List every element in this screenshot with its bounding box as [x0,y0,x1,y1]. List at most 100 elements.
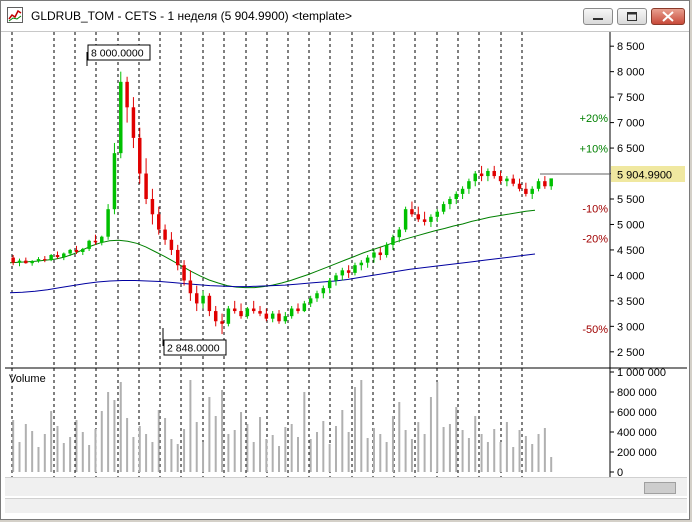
candle-body [372,252,376,258]
candle-body [175,249,180,266]
candle-body [163,229,167,240]
y-tick-label: 4 000 [617,270,645,282]
candle-body [226,308,231,324]
candle-body [334,275,338,281]
candle-body [467,181,471,189]
candle-body [213,311,218,322]
candle-body [112,153,117,210]
candle-body [100,236,104,243]
candle-body [416,214,421,220]
candle-body [188,280,193,294]
candle-body [460,188,465,194]
candle-body [340,270,345,276]
candle-body [43,259,47,261]
percent-level-label: +20% [580,113,609,125]
y-tick-label: 3 500 [617,296,645,308]
candle-body [403,209,408,230]
candle-body [81,248,85,252]
y-tick-label: 8 500 [617,41,645,53]
candle-body [62,253,66,258]
candle-body [11,257,15,263]
candle-body [353,265,357,273]
candle-body [106,209,110,237]
percent-level-label: -10% [582,203,608,215]
candle-body [391,237,395,245]
candle-body [454,193,458,199]
candle-body [169,239,174,250]
candle-body [479,173,484,177]
candle-body [435,211,440,217]
maximize-icon [627,12,637,21]
candle-body [251,308,256,312]
volume-panel-label: Volume [9,373,46,385]
percent-level-label: +10% [580,143,609,155]
candle-body [138,137,142,174]
min-price-label: 2 848.0000 [167,343,220,355]
candle-body [511,178,515,184]
candle-body [270,313,275,319]
candle-body [315,293,319,299]
status-strip [5,498,687,513]
y-tick-label: 2 500 [617,347,645,359]
candle-body [283,316,288,322]
candle-body [201,295,205,304]
volume-tick-label: 200 000 [617,447,657,459]
candle-body [296,308,300,312]
candle-body [93,240,98,243]
candle-body [239,311,243,317]
y-tick-label: 7 500 [617,92,645,104]
candle-body [498,176,503,182]
chart-area: +20% +10% -10% -20% -50% 8 500 8 000 7 500 7 00… [5,32,687,517]
candle-body [448,199,452,205]
candle-body [321,288,326,294]
minimize-button[interactable] [583,8,613,25]
volume-tick-label: 1 000 000 [617,367,666,379]
candle-body [277,313,281,322]
y-tick-label: 5 500 [617,194,645,206]
candle-body [410,209,414,215]
candle-body [55,255,60,258]
candle-body [359,262,364,266]
last-price-label: 5 904.9900 [617,170,672,182]
candle-body [486,170,490,177]
candle-body [17,260,22,263]
candle-body [24,260,28,264]
chart-app-icon [7,7,23,23]
window-title: GLDRUB_TOM - CETS - 1 неделя (5 904.9900… [31,9,353,23]
candle-body [536,181,541,189]
candle-body [264,313,269,319]
candle-body [492,170,496,177]
candle-body [327,280,332,289]
title-bar[interactable]: GLDRUB_TOM - CETS - 1 неделя (5 904.9900… [1,1,689,32]
candle-body [74,249,79,252]
close-icon [662,11,674,22]
candle-body [157,214,161,230]
volume-tick-label: 600 000 [617,407,657,419]
candle-body [131,107,136,138]
candle-body [49,255,53,261]
candle-body [182,265,186,281]
candle-body [308,298,313,304]
percent-level-label: -50% [582,324,608,336]
candle-body [232,308,237,312]
candle-body [87,240,91,249]
candle-body [36,259,41,262]
volume-tick-label: 400 000 [617,427,657,439]
candle-body [422,219,427,222]
y-tick-label: 7 000 [617,118,645,130]
maximize-button[interactable] [617,8,647,25]
close-button[interactable] [651,8,685,25]
minimize-icon [593,18,603,20]
y-tick-label: 3 000 [617,321,645,333]
y-tick-label: 4 500 [617,245,645,257]
candle-body [289,308,294,317]
y-tick-label: 6 500 [617,143,645,155]
candle-body [429,216,433,222]
candle-body [378,252,383,256]
candle-body [441,204,446,212]
scrollbar-thumb[interactable] [644,482,676,494]
percent-level-label: -20% [582,234,608,246]
horizontal-scrollbar[interactable] [5,477,687,496]
candle-body [207,295,212,312]
price-chart[interactable]: +20% +10% -10% -20% -50% 8 500 8 000 7 500 7 00… [5,32,687,498]
